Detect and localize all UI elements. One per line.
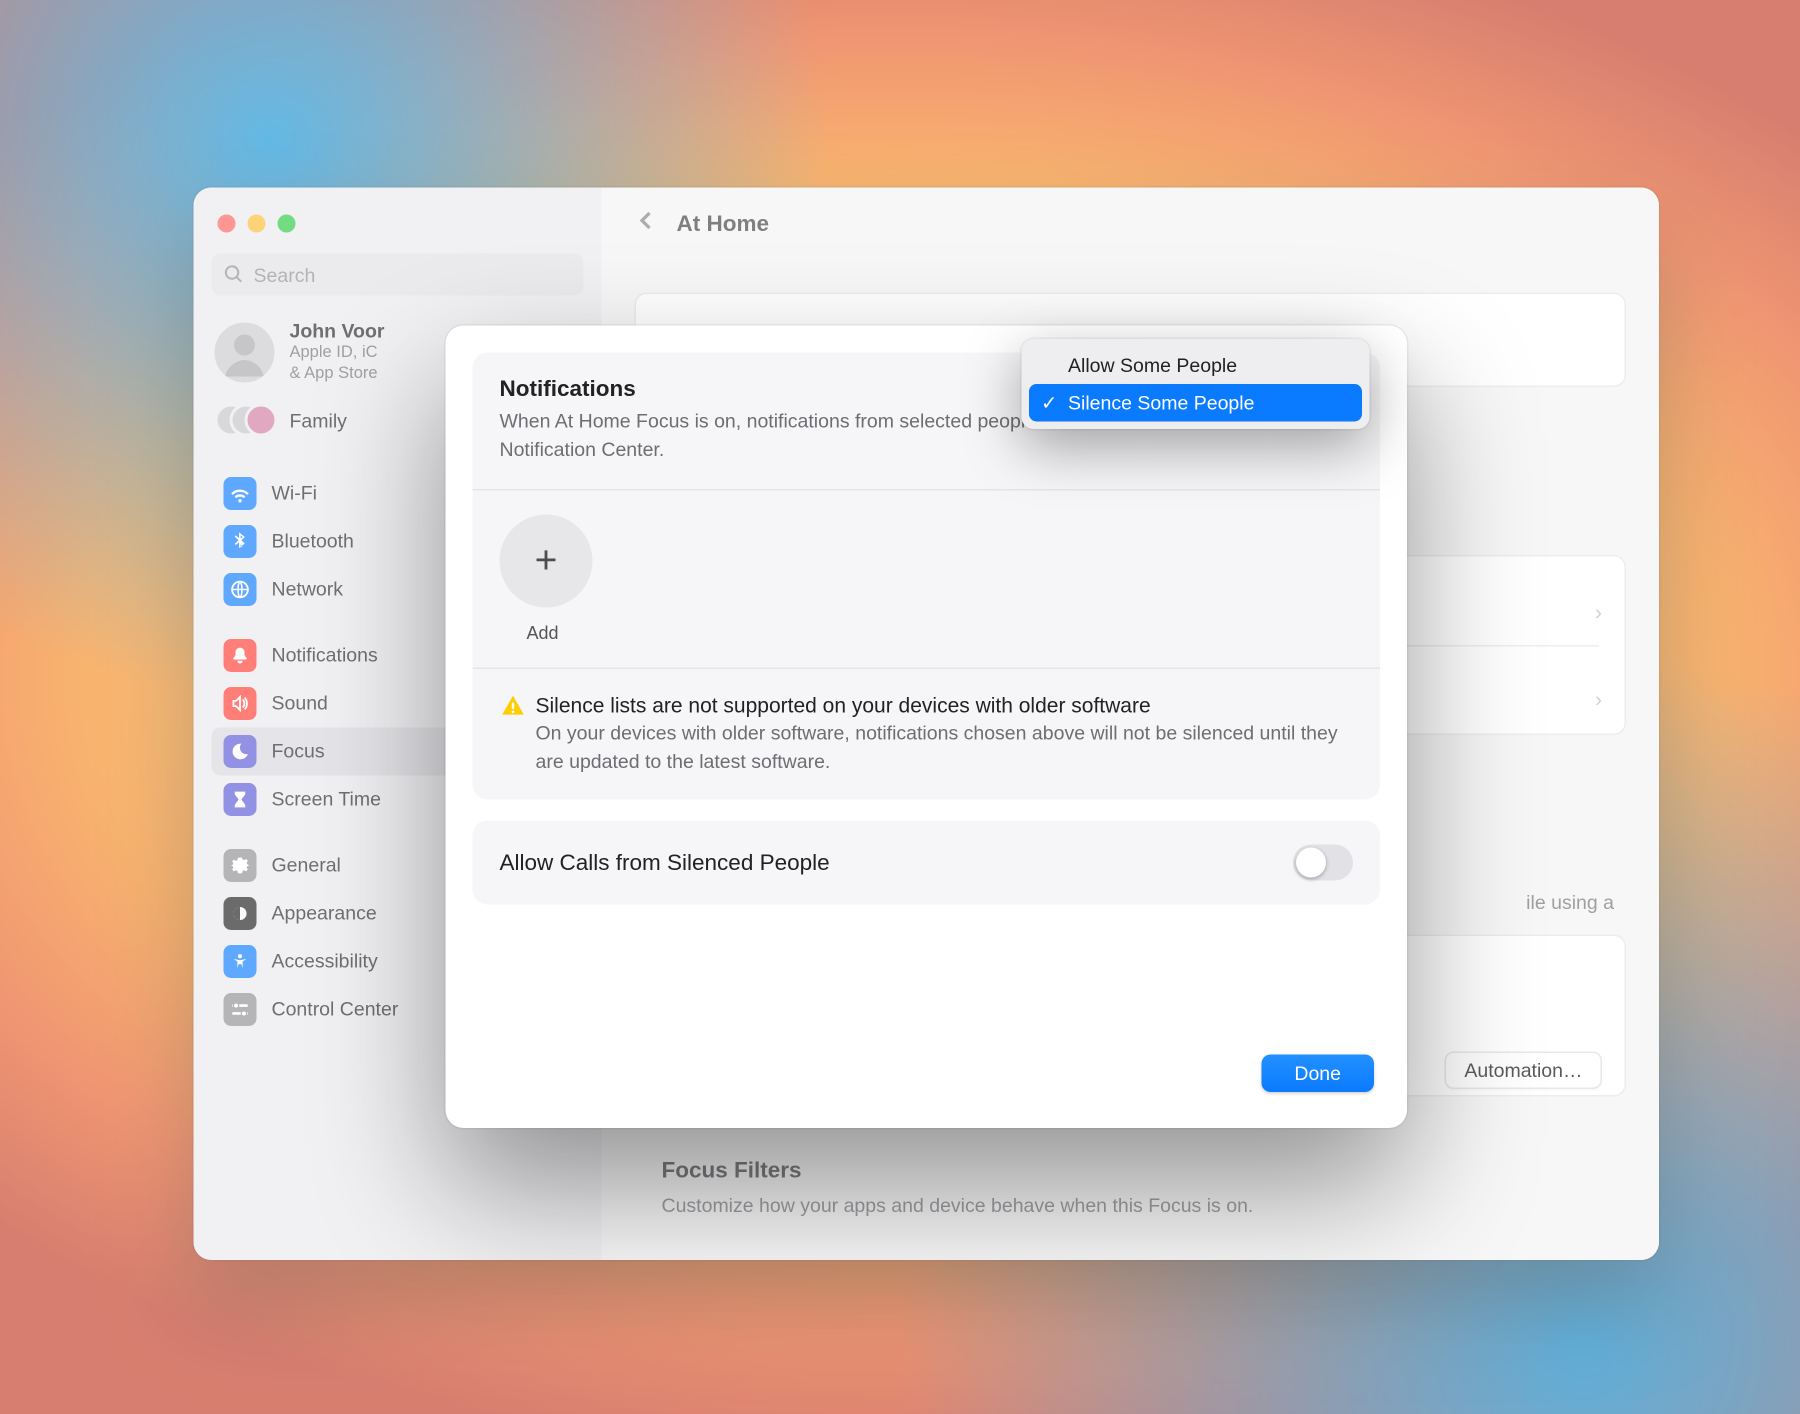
page-header: At Home — [635, 209, 1627, 239]
focus-filters-subtitle: Customize how your apps and device behav… — [662, 1193, 1254, 1221]
moon-icon — [224, 734, 257, 767]
dropdown-option-allow[interactable]: Allow Some People — [1029, 347, 1362, 385]
sidebar-item-label: Control Center — [272, 998, 399, 1021]
wifi-icon — [224, 476, 257, 509]
plus-icon: + — [535, 537, 558, 584]
sidebar-item-label: Screen Time — [272, 788, 381, 811]
hourglass-icon — [224, 782, 257, 815]
sidebar-item-label: Bluetooth — [272, 530, 354, 553]
account-subtitle-2: & App Store — [290, 363, 385, 384]
sidebar-item-label: Accessibility — [272, 950, 378, 973]
check-icon: ✓ — [1041, 392, 1057, 416]
window-controls — [212, 209, 584, 254]
minimize-window-button[interactable] — [248, 215, 266, 233]
sidebar-item-label: General — [272, 854, 341, 877]
warning-icon — [500, 693, 527, 720]
warning-title: Silence lists are not supported on your … — [536, 693, 1151, 717]
avatar — [215, 322, 275, 382]
globe-icon — [224, 572, 257, 605]
sidebar-item-label: Network — [272, 578, 344, 601]
account-name: John Voor — [290, 320, 385, 343]
sidebar-item-label: Appearance — [272, 902, 377, 925]
chevron-right-icon: › — [1595, 687, 1602, 711]
zoom-window-button[interactable] — [278, 215, 296, 233]
family-label: Family — [290, 410, 347, 433]
focus-filters-title: Focus Filters — [662, 1158, 802, 1184]
allow-calls-toggle[interactable] — [1293, 845, 1353, 881]
appearance-icon — [224, 896, 257, 929]
sidebar-item-label: Focus — [272, 740, 325, 763]
sidebar-item-label: Wi-Fi — [272, 482, 317, 505]
family-avatars — [215, 403, 275, 439]
toggle-knob — [1296, 848, 1326, 878]
sidebar-item-label: Notifications — [272, 644, 378, 667]
chevron-right-icon: › — [1595, 600, 1602, 624]
bg-desc-tail: ile using a — [1526, 890, 1614, 918]
bell-icon — [224, 638, 257, 671]
notifications-modal: Notifications When At Home Focus is on, … — [446, 326, 1408, 1129]
add-automation-button[interactable]: Automation… — [1445, 1052, 1602, 1090]
add-person-button[interactable]: + — [500, 514, 593, 607]
warning-body: On your devices with older software, not… — [536, 720, 1354, 777]
speaker-icon — [224, 686, 257, 719]
accessibility-icon — [224, 944, 257, 977]
sidebar-item-label: Sound — [272, 692, 328, 715]
dropdown-label: Allow Some People — [1068, 354, 1237, 377]
account-subtitle-1: Apple ID, iC — [290, 342, 385, 363]
people-mode-dropdown[interactable]: Allow Some People ✓ Silence Some People — [1022, 339, 1370, 429]
dropdown-label: Silence Some People — [1068, 392, 1254, 415]
sliders-icon — [224, 992, 257, 1025]
allow-calls-row: Allow Calls from Silenced People — [473, 821, 1381, 905]
close-window-button[interactable] — [218, 215, 236, 233]
chevron-left-icon — [635, 209, 659, 233]
allow-calls-label: Allow Calls from Silenced People — [500, 850, 830, 876]
bluetooth-icon — [224, 524, 257, 557]
done-button[interactable]: Done — [1261, 1055, 1374, 1093]
search-icon — [224, 264, 245, 285]
add-label: Add — [527, 622, 1354, 643]
dropdown-option-silence[interactable]: ✓ Silence Some People — [1029, 384, 1362, 422]
gear-icon — [224, 848, 257, 881]
page-title: At Home — [677, 211, 770, 237]
back-button[interactable] — [635, 209, 659, 239]
search-input[interactable]: Search — [212, 254, 584, 296]
search-placeholder: Search — [254, 263, 316, 286]
